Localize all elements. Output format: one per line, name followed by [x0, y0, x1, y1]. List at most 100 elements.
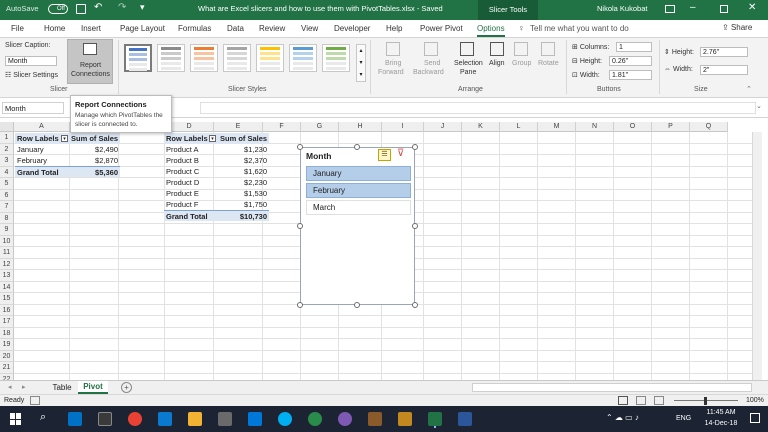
outlook-icon[interactable]: [68, 412, 82, 426]
column-header[interactable]: J: [424, 122, 462, 132]
tab-page-layout[interactable]: Page Layout: [120, 24, 165, 33]
tray-icons[interactable]: ⌃ ☁ ▭ ♪: [606, 413, 639, 422]
row-header[interactable]: 16: [0, 304, 14, 316]
undo-icon[interactable]: ↶: [94, 2, 102, 13]
scroll-right-icon[interactable]: ▸: [22, 383, 26, 391]
row-header[interactable]: 4: [0, 166, 14, 178]
resize-handle[interactable]: [412, 144, 418, 150]
pivot2-row-value[interactable]: $2,370: [218, 155, 269, 166]
row-header[interactable]: 9: [0, 224, 14, 236]
size-height-input[interactable]: 2.76": [700, 47, 748, 57]
row-header[interactable]: 17: [0, 316, 14, 328]
add-sheet-icon[interactable]: +: [121, 382, 132, 393]
app-icon[interactable]: [368, 412, 382, 426]
pivot1-grand-total-value[interactable]: $5,360: [69, 166, 120, 177]
pivot2-row-label[interactable]: Product F: [164, 199, 218, 210]
resize-handle[interactable]: [412, 302, 418, 308]
pivot2-row-label[interactable]: Product A: [164, 144, 218, 155]
row-header[interactable]: 5: [0, 178, 14, 190]
column-header[interactable]: I: [382, 122, 424, 132]
slicer-item-march[interactable]: March: [306, 200, 411, 215]
pivot1-row-value[interactable]: $2,490: [69, 144, 120, 155]
clock-date[interactable]: 14-Dec-18: [700, 420, 742, 427]
row-header[interactable]: 19: [0, 339, 14, 351]
slicer-style-swatch[interactable]: [289, 44, 317, 72]
tab-home[interactable]: Home: [44, 24, 65, 33]
column-header[interactable]: O: [614, 122, 652, 132]
dropdown-arrow-icon[interactable]: ▾: [209, 135, 216, 142]
sheet-tab-pivot[interactable]: Pivot: [78, 381, 108, 394]
scroll-left-icon[interactable]: ◂: [8, 383, 12, 391]
tab-data[interactable]: Data: [227, 24, 244, 33]
row-header[interactable]: 21: [0, 362, 14, 374]
select-all-corner[interactable]: [0, 122, 14, 132]
skype-icon[interactable]: [278, 412, 292, 426]
column-header[interactable]: Q: [690, 122, 728, 132]
row-header[interactable]: 12: [0, 258, 14, 270]
tell-me-input[interactable]: Tell me what you want to do: [530, 24, 629, 33]
normal-view-icon[interactable]: [618, 396, 628, 405]
spotify-icon[interactable]: [308, 412, 322, 426]
row-header[interactable]: 13: [0, 270, 14, 282]
resize-handle[interactable]: [354, 144, 360, 150]
viber-icon[interactable]: [338, 412, 352, 426]
slicer-style-swatch[interactable]: [256, 44, 284, 72]
slicer-item-february[interactable]: February: [306, 183, 411, 198]
formula-input[interactable]: [200, 102, 756, 114]
multi-select-icon[interactable]: ☰: [378, 149, 391, 161]
row-header[interactable]: 20: [0, 350, 14, 362]
pivot1-row-label[interactable]: January: [15, 144, 69, 155]
language-indicator[interactable]: ENG: [676, 415, 691, 422]
pivot2-row-value[interactable]: $2,230: [218, 177, 269, 188]
tab-insert[interactable]: Insert: [81, 24, 101, 33]
tab-options[interactable]: Options: [477, 24, 505, 37]
column-header[interactable]: N: [576, 122, 614, 132]
bring-forward-label-2[interactable]: Forward: [378, 69, 404, 76]
row-header[interactable]: 3: [0, 155, 14, 167]
pivot2-grand-total-label[interactable]: Grand Total: [164, 210, 218, 221]
align-button[interactable]: Align: [489, 60, 505, 67]
resize-handle[interactable]: [412, 223, 418, 229]
horizontal-scrollbar[interactable]: [472, 383, 752, 392]
column-header[interactable]: M: [538, 122, 576, 132]
ribbon-display-icon[interactable]: [665, 5, 675, 13]
row-header[interactable]: 15: [0, 293, 14, 305]
tab-developer[interactable]: Developer: [334, 24, 370, 33]
pivot2-row-label[interactable]: Product C: [164, 166, 218, 177]
slicer-style-swatch[interactable]: [322, 44, 350, 72]
close-icon[interactable]: ✕: [748, 2, 756, 13]
page-break-view-icon[interactable]: [654, 396, 664, 405]
column-header[interactable]: D: [165, 122, 214, 132]
clear-filter-icon[interactable]: ⊽: [397, 148, 404, 159]
column-header[interactable]: L: [500, 122, 538, 132]
column-header[interactable]: K: [462, 122, 500, 132]
row-header[interactable]: 14: [0, 281, 14, 293]
excel-icon[interactable]: [428, 412, 442, 426]
resize-handle[interactable]: [297, 302, 303, 308]
rotate-button[interactable]: Rotate: [538, 60, 559, 67]
send-backward-label-2[interactable]: Backward: [413, 69, 444, 76]
tab-power-pivot[interactable]: Power Pivot: [420, 24, 463, 33]
column-header[interactable]: P: [652, 122, 690, 132]
search-icon[interactable]: ⌕: [40, 411, 46, 424]
pivot2-row-value[interactable]: $1,530: [218, 188, 269, 199]
button-height-input[interactable]: 0.26": [609, 56, 652, 66]
snipping-tool-icon[interactable]: [248, 412, 262, 426]
column-header[interactable]: A: [14, 122, 70, 132]
pivot1-sum-header[interactable]: Sum of Sales: [69, 133, 120, 144]
word-icon[interactable]: [458, 412, 472, 426]
tab-review[interactable]: Review: [259, 24, 285, 33]
column-header[interactable]: F: [263, 122, 301, 132]
slicer-style-swatch[interactable]: [157, 44, 185, 72]
pivot2-sum-header[interactable]: Sum of Sales: [218, 133, 269, 144]
resize-handle[interactable]: [297, 144, 303, 150]
row-header[interactable]: 10: [0, 235, 14, 247]
row-header[interactable]: 2: [0, 143, 14, 155]
column-header[interactable]: E: [214, 122, 263, 132]
bring-forward-label-1[interactable]: Bring: [385, 60, 401, 67]
zoom-level[interactable]: 100%: [746, 397, 764, 404]
pivot2-row-value[interactable]: $1,620: [218, 166, 269, 177]
group-button[interactable]: Group: [512, 60, 531, 67]
minimize-icon[interactable]: –: [690, 2, 696, 13]
size-width-input[interactable]: 2": [700, 65, 748, 75]
